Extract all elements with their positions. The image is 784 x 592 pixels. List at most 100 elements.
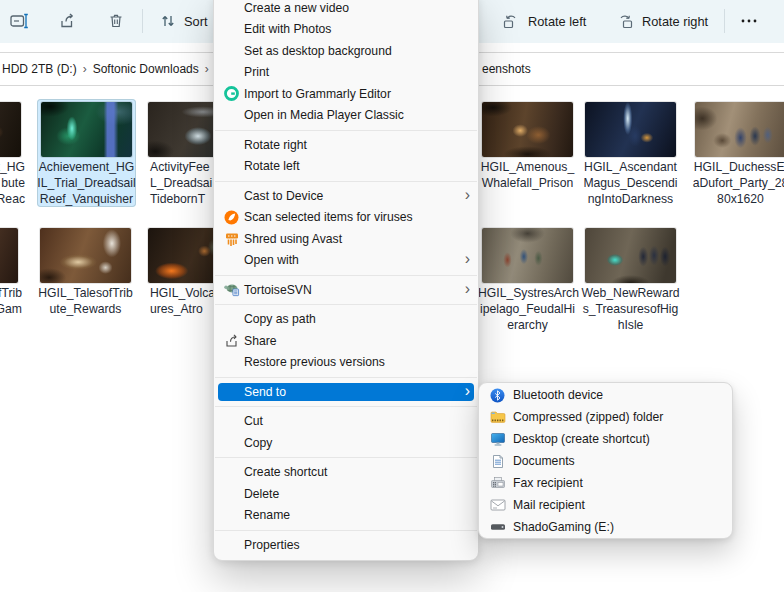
send-to-item-mail-recipient[interactable]: Mail recipient [479, 494, 732, 516]
zipfolder-icon [489, 406, 506, 428]
file-tile[interactable]: t_HGbuteReac [0, 99, 25, 207]
context-menu-item-restore-previous-versions[interactable]: Restore previous versions [214, 352, 478, 374]
avast-icon [223, 207, 240, 229]
context-menu-item-cast-to-device[interactable]: Cast to Device› [214, 185, 478, 207]
send-to-item-fax-recipient[interactable]: Fax recipient [479, 472, 732, 494]
rotate-left-button[interactable]: Rotate left [502, 0, 586, 42]
file-name: HGIL_DuchessElaDufort_Party_2880x1620 [691, 160, 784, 207]
toolbar-separator-left [142, 9, 143, 33]
share-button[interactable] [59, 0, 77, 42]
file-tile[interactable]: Web_NewRewards_TreasuresofHighIsle [581, 225, 680, 333]
breadcrumb-chevron-icon: › [83, 61, 87, 76]
context-menu-item-edit-with-photos[interactable]: Edit with Photos [214, 19, 478, 41]
context-menu-item-delete[interactable]: Delete [214, 483, 478, 505]
submenu-chevron-icon: › [465, 252, 470, 268]
file-tile-selected[interactable]: Achievement_HGIL_Trial_DreadsailReef_Van… [37, 99, 136, 207]
send-to-item-bluetooth-device[interactable]: Bluetooth device [479, 384, 732, 406]
menu-item-label: TortoiseSVN [244, 283, 312, 297]
file-name: HGIL_SystresArchipelago_FeudalHierarchy [478, 286, 577, 333]
file-tile[interactable]: HGIL_Amenous_Whalefall_Prison [478, 99, 577, 192]
send-to-item-shadogaming-e[interactable]: ShadoGaming (E:) [479, 516, 732, 538]
menu-item-label: Restore previous versions [244, 355, 385, 369]
file-name: HGIL_AscendantMagus_DescendingIntoDarkne… [581, 160, 680, 207]
menu-item-label: Create shortcut [244, 465, 327, 479]
send-to-item-documents[interactable]: Documents [479, 450, 732, 472]
file-name: HGIL_Amenous_Whalefall_Prison [478, 160, 577, 192]
file-tile[interactable]: HGIL_DuchessElaDufort_Party_2880x1620 [691, 99, 784, 207]
grammarly-icon [223, 83, 240, 105]
context-menu-item-set-as-desktop-background[interactable]: Set as desktop background [214, 40, 478, 62]
bluetooth-icon [489, 384, 506, 406]
context-menu-item-import-to-grammarly-editor[interactable]: Import to Grammarly Editor [214, 83, 478, 105]
menu-item-label: Rename [244, 508, 290, 522]
menu-separator [215, 275, 477, 276]
context-menu: Create a new video Edit with PhotosSet as… [213, 0, 479, 561]
menu-separator [215, 130, 477, 131]
context-menu-item-rename[interactable]: Rename [214, 505, 478, 527]
menu-item-label: Create a new video [244, 1, 349, 15]
file-name: Achievement_HGIL_Trial_DreadsailReef_Van… [37, 160, 136, 207]
context-menu-item-share[interactable]: Share [214, 330, 478, 352]
menu-item-label: Copy [244, 436, 272, 450]
delete-button[interactable] [108, 0, 124, 42]
context-menu-item-create-a-new-video[interactable]: Create a new video [214, 0, 478, 19]
breadcrumb-screenshots-fragment[interactable]: eenshots [482, 56, 531, 82]
context-menu-item-properties[interactable]: Properties [214, 534, 478, 556]
context-menu-item-open-with[interactable]: Open with › [214, 250, 478, 272]
file-tile[interactable]: HGIL_SystresArchipelago_FeudalHierarchy [478, 225, 577, 333]
breadcrumb-chevron-icon: › [205, 61, 209, 76]
rotate-left-label: Rotate left [528, 14, 586, 29]
file-thumbnail [482, 228, 573, 283]
trash-icon [108, 13, 124, 29]
menu-item-label: Cut [244, 414, 263, 428]
file-thumbnail [482, 102, 573, 157]
submenu-chevron-icon: › [465, 281, 470, 297]
menu-item-label: Open in Media Player Classic [244, 108, 404, 122]
send-to-item-label: Desktop (create shortcut) [513, 432, 650, 446]
rename-button[interactable] [10, 0, 29, 42]
context-menu-item-send-to[interactable]: Send to › [214, 381, 478, 403]
context-menu-item-print[interactable]: Print [214, 62, 478, 84]
more-icon [740, 19, 758, 23]
context-menu-item-cut[interactable]: Cut [214, 411, 478, 433]
send-to-item-label: Mail recipient [513, 498, 585, 512]
menu-separator [215, 377, 477, 378]
breadcrumb-item[interactable]: HDD 2TB (D:) [2, 62, 77, 76]
context-menu-item-copy[interactable]: Copy [214, 432, 478, 454]
context-menu-item-tortoisesvn[interactable]: TortoiseSVN › [214, 279, 478, 301]
context-menu-item-rotate-right[interactable]: Rotate right [214, 134, 478, 156]
sort-button[interactable]: Sort [160, 0, 207, 42]
context-menu-item-rotate-left[interactable]: Rotate left [214, 156, 478, 178]
desktop-icon [489, 428, 506, 450]
context-menu-item-create-shortcut[interactable]: Create shortcut [214, 462, 478, 484]
more-button[interactable] [740, 0, 758, 42]
context-menu-item-copy-as-path[interactable]: Copy as path [214, 309, 478, 331]
rotate-right-button[interactable]: Rotate right [616, 0, 708, 42]
shred-icon [223, 228, 240, 250]
menu-item-label: Print [244, 65, 269, 79]
menu-item-label: Open with [244, 253, 299, 267]
menu-item-label: Cast to Device [244, 189, 323, 203]
send-to-submenu: Bluetooth device Compressed (zipped) fold… [478, 382, 733, 539]
context-menu-item-scan-selected-items-for-viruses[interactable]: Scan selected items for viruses [214, 207, 478, 229]
file-name: HGIL_TalesofTribute_Rewards [36, 286, 135, 318]
send-to-item-label: Compressed (zipped) folder [513, 410, 663, 424]
send-to-item-label: ShadoGaming (E:) [513, 520, 614, 534]
menu-separator [215, 181, 477, 182]
menu-item-label: Import to Grammarly Editor [244, 87, 391, 101]
breadcrumb-item[interactable]: Softonic Downloads [93, 62, 199, 76]
submenu-chevron-icon: › [465, 383, 470, 399]
file-name: Web_NewRewards_TreasuresofHighIsle [581, 286, 680, 333]
file-tile[interactable]: HGIL_TalesofTribute_Rewards [36, 225, 135, 318]
file-tile[interactable]: fTribGam [0, 225, 22, 318]
send-to-item-compressed-zipped-folder[interactable]: Compressed (zipped) folder [479, 406, 732, 428]
context-menu-item-shred-using-avast[interactable]: Shred using Avast [214, 228, 478, 250]
file-thumbnail [585, 228, 676, 283]
file-tile[interactable]: HGIL_AscendantMagus_DescendingIntoDarkne… [581, 99, 680, 207]
share-icon [59, 13, 77, 29]
menu-item-label: Send to [244, 385, 286, 399]
drive-icon [489, 516, 506, 538]
file-thumbnail [40, 228, 131, 283]
send-to-item-desktop-create-shortcut[interactable]: Desktop (create shortcut) [479, 428, 732, 450]
context-menu-item-open-in-media-player-classic[interactable]: Open in Media Player Classic [214, 105, 478, 127]
